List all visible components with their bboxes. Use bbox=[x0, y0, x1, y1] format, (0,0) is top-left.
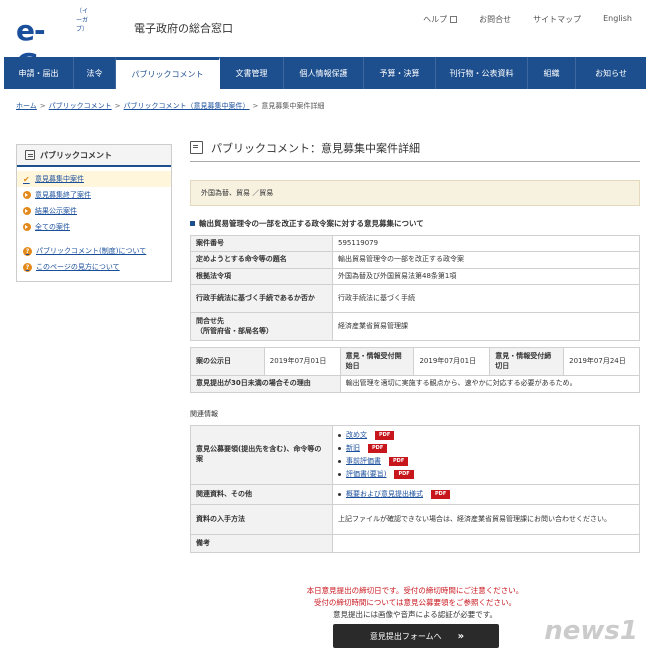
doc-link-comparison[interactable]: 新旧 bbox=[346, 444, 360, 453]
english-link[interactable]: English bbox=[603, 14, 632, 25]
table-row: 問合せ先 （所管府省・部局名等） 経済産業省貿易管理課 bbox=[190, 312, 640, 342]
table-row: 行政手続法に基づく手続であるか否か 行政手続法に基づく手続 bbox=[190, 284, 640, 314]
external-link-icon bbox=[450, 16, 458, 23]
dates-table: 案の公示日 2019年07月01日 意見・情報受付開始日 2019年07月01日… bbox=[190, 347, 641, 393]
utility-nav: ヘルプ お問合せ サイトマップ English bbox=[423, 14, 632, 25]
comment-doc-icon bbox=[190, 141, 203, 154]
nav-item-publications[interactable]: 刊行物・公表資料 bbox=[436, 57, 528, 89]
breadcrumb: ホーム > パブリックコメント > パブリックコメント（意見募集中案件） > 意見募集中案件… bbox=[16, 102, 325, 110]
table-row: 根拠法令項 外国為替及び外国貿易法第48条第1項 bbox=[190, 267, 640, 286]
sidebar: パブリックコメント ✔ 意見募集中案件 意見募集終了案件 結果公示案件 全ての案… bbox=[16, 144, 172, 282]
list-item: 評価書(要旨) PDF bbox=[338, 468, 634, 481]
other-document-list: 概要および意見提出様式 PDF bbox=[338, 488, 634, 501]
nav-item-laws[interactable]: 法令 bbox=[74, 57, 116, 89]
doc-link-overview-form[interactable]: 概要および意見提出様式 bbox=[346, 490, 423, 499]
table-row: 関連資料、その他 概要および意見提出様式 PDF bbox=[190, 483, 640, 505]
pdf-icon: PDF bbox=[389, 456, 409, 466]
notice-line-1: 本日意見提出の締切日です。受付の締切時間にご注意ください。 bbox=[306, 586, 524, 595]
pdf-icon: PDF bbox=[394, 469, 414, 479]
news1-watermark: news1 bbox=[544, 616, 638, 646]
related-info-table: 意見公募要領(提出先を含む)、命令等の案 改め文 PDF 新旧 PDF 事前評価書 P… bbox=[190, 424, 640, 553]
checkmark-icon: ✔ bbox=[23, 174, 30, 184]
table-row: 備考 bbox=[190, 533, 640, 553]
contact-link[interactable]: お問合せ bbox=[479, 14, 511, 25]
case-number: 595119079 bbox=[332, 234, 640, 253]
notice-line-2: 受付の締切時間については意見公募要領をご参照ください。 bbox=[313, 598, 517, 607]
nav-item-public-comment[interactable]: パブリックコメント bbox=[116, 57, 220, 89]
pdf-icon: PDF bbox=[375, 430, 395, 440]
question-icon: ? bbox=[23, 246, 32, 256]
breadcrumb-home[interactable]: ホーム bbox=[16, 102, 37, 110]
nav-item-organization[interactable]: 組織 bbox=[528, 57, 576, 89]
site-header: e-Gov （イーガブ） 電子政府の総合窓口 ヘルプ お問合せ サイトマップ E… bbox=[0, 0, 650, 80]
sitemap-link[interactable]: サイトマップ bbox=[533, 14, 581, 25]
end-date: 2019年07月24日 bbox=[563, 347, 640, 377]
sidebar-item-closed-cases[interactable]: 意見募集終了案件 bbox=[17, 187, 171, 203]
case-title: 輸出貿易管理令の一部を改正する政令案に対する意見募集について bbox=[190, 218, 640, 229]
logo-reading: （イーガブ） bbox=[76, 8, 89, 33]
sidebar-item-results[interactable]: 結果公示案件 bbox=[17, 203, 171, 219]
list-item: 新旧 PDF bbox=[338, 442, 634, 455]
page-title: パブリックコメント：意見募集中案件詳細 bbox=[190, 140, 640, 162]
arrow-bullet-icon bbox=[23, 191, 31, 199]
start-date: 2019年07月01日 bbox=[413, 347, 491, 377]
arrow-bullet-icon bbox=[23, 223, 31, 231]
document-list: 改め文 PDF 新旧 PDF 事前評価書 PDF 評価書(要旨) PDF bbox=[338, 429, 634, 481]
question-icon: ? bbox=[23, 262, 32, 272]
breadcrumb-open-cases[interactable]: パブリックコメント（意見募集中案件） bbox=[124, 102, 250, 110]
breadcrumb-current: 意見募集中案件詳細 bbox=[261, 102, 325, 110]
list-item: 概要および意見提出様式 PDF bbox=[338, 488, 634, 501]
arrow-bullet-icon bbox=[23, 207, 31, 215]
sidebar-title: パブリックコメント bbox=[17, 145, 171, 167]
announce-date: 2019年07月01日 bbox=[263, 347, 341, 377]
breadcrumb-public-comment[interactable]: パブリックコメント bbox=[49, 102, 112, 110]
table-row: 資料の入手方法 上記ファイルが確認できない場合は、経済産業省貿易管理課にお問い合… bbox=[190, 503, 640, 535]
doc-link-assessment[interactable]: 事前評価書 bbox=[346, 457, 381, 466]
list-item: 事前評価書 PDF bbox=[338, 455, 634, 468]
square-bullet-icon bbox=[190, 221, 195, 226]
sidebar-item-all-cases[interactable]: 全ての案件 bbox=[17, 219, 171, 235]
list-item: 改め文 PDF bbox=[338, 429, 634, 442]
nav-item-privacy[interactable]: 個人情報保護 bbox=[284, 57, 364, 89]
sidebar-help-page[interactable]: ? このページの見方について bbox=[17, 259, 171, 275]
table-row: 案件番号 595119079 bbox=[190, 234, 640, 253]
table-row: 定めようとする命令等の題名 輸出貿易管理令の一部を改正する政令案 bbox=[190, 251, 640, 269]
table-row: 案の公示日 2019年07月01日 意見・情報受付開始日 2019年07月01日… bbox=[190, 347, 640, 377]
pdf-icon: PDF bbox=[431, 489, 451, 499]
comment-doc-icon bbox=[25, 150, 35, 160]
sidebar-item-open-cases[interactable]: ✔ 意見募集中案件 bbox=[17, 171, 171, 187]
pdf-icon: PDF bbox=[368, 443, 388, 453]
nav-item-news[interactable]: お知らせ bbox=[576, 57, 646, 89]
table-row: 意見公募要領(提出先を含む)、命令等の案 改め文 PDF 新旧 PDF 事前評価書 P… bbox=[190, 424, 640, 485]
doc-link-assessment-summary[interactable]: 評価書(要旨) bbox=[346, 470, 386, 479]
nav-item-documents[interactable]: 文書管理 bbox=[220, 57, 284, 89]
sidebar-list: ✔ 意見募集中案件 意見募集終了案件 結果公示案件 全ての案件 ? パブリックコ… bbox=[17, 167, 171, 281]
main-content: パブリックコメント：意見募集中案件詳細 外国為替、貿易 ／貿易 輸出貿易管理令の… bbox=[190, 140, 641, 553]
related-info-label: 関連情報 bbox=[190, 409, 218, 418]
sidebar-help-system[interactable]: ? パブリックコメント(制度)について bbox=[17, 243, 171, 259]
doc-link-amendment[interactable]: 改め文 bbox=[346, 431, 367, 440]
submit-opinion-button[interactable]: 意見提出フォームへ » bbox=[333, 624, 499, 648]
logo-tagline: 電子政府の総合窓口 bbox=[134, 22, 233, 35]
table-row: 意見提出が30日未満の場合その理由 輸出管理を適切に実施する観点から、速やかに対… bbox=[190, 375, 641, 393]
nav-item-applications[interactable]: 申請・届出 bbox=[4, 57, 74, 89]
category-box: 外国為替、貿易 ／貿易 bbox=[190, 180, 640, 206]
main-nav: 申請・届出 法令 パブリックコメント 文書管理 個人情報保護 予算・決算 刊行物… bbox=[4, 57, 646, 89]
help-link[interactable]: ヘルプ bbox=[423, 14, 458, 25]
double-chevron-icon: » bbox=[457, 630, 465, 642]
case-info-table: 案件番号 595119079 定めようとする命令等の題名 輸出貿易管理令の一部を… bbox=[190, 234, 640, 342]
nav-item-budget[interactable]: 予算・決算 bbox=[364, 57, 436, 89]
